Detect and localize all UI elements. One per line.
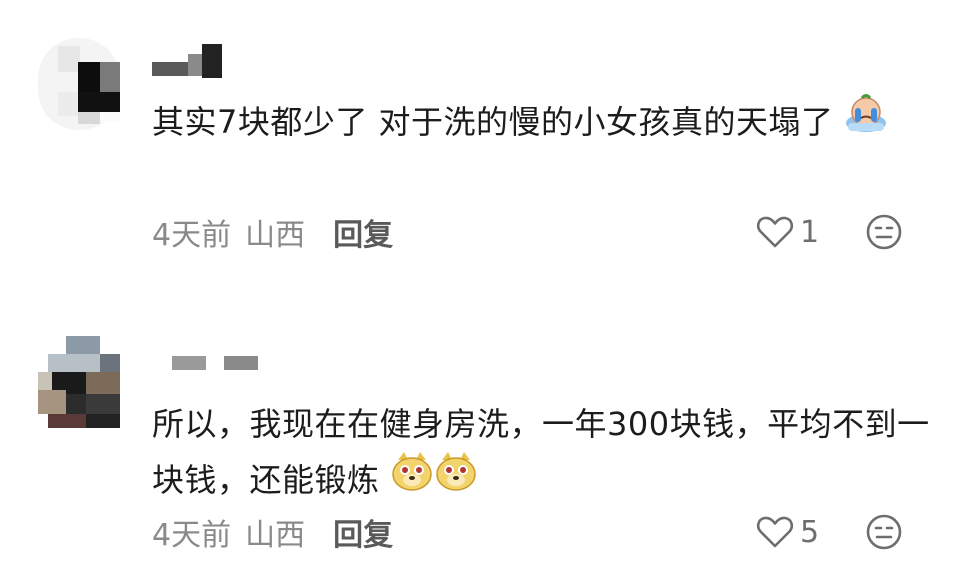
expressionless-face-icon [866,214,902,250]
avatar[interactable] [38,38,120,130]
expressionless-face-icon [866,514,902,550]
heart-outline-icon [756,216,794,248]
comment-text-content: 其实7块都少了 对于洗的慢的小女孩真的天塌了 [152,103,834,141]
comment-meta: 4天前 山西 回复 [152,210,393,254]
like-count: 1 [800,214,820,250]
username-redacted[interactable] [152,44,222,84]
crying-emoji [844,93,888,150]
avatar[interactable] [38,336,120,428]
like-button[interactable]: 1 [756,212,819,252]
reply-button[interactable]: 回复 [333,210,393,254]
heart-outline-icon [756,516,794,548]
more-options-button[interactable] [864,212,904,252]
comment-item: 其实7块都少了 对于洗的慢的小女孩真的天塌了 4天前 山西 回复 1 [0,0,960,290]
more-options-button[interactable] [864,512,904,552]
username-redacted[interactable] [172,352,260,392]
comment-item: 所以，我现在在健身房洗，一年300块钱，平均不到一块钱，还能锻炼 4天前 山西 … [0,310,960,582]
doge-face-emoji [434,450,478,509]
like-count: 5 [800,514,820,550]
comment-time: 4天前 [152,518,232,553]
like-button[interactable]: 5 [756,512,819,552]
comment-location: 山西 [245,218,306,253]
comment-location: 山西 [245,518,306,553]
comment-text: 其实7块都少了 对于洗的慢的小女孩真的天塌了 [152,93,932,150]
comment-text-content: 所以，我现在在健身房洗，一年300块钱，平均不到一块钱，还能锻炼 [152,405,930,499]
reply-button[interactable]: 回复 [333,510,393,554]
comment-time: 4天前 [152,218,232,253]
comment-text: 所以，我现在在健身房洗，一年300块钱，平均不到一块钱，还能锻炼 [152,396,932,509]
doge-face-emoji [390,450,434,509]
comment-meta: 4天前 山西 回复 [152,510,393,554]
